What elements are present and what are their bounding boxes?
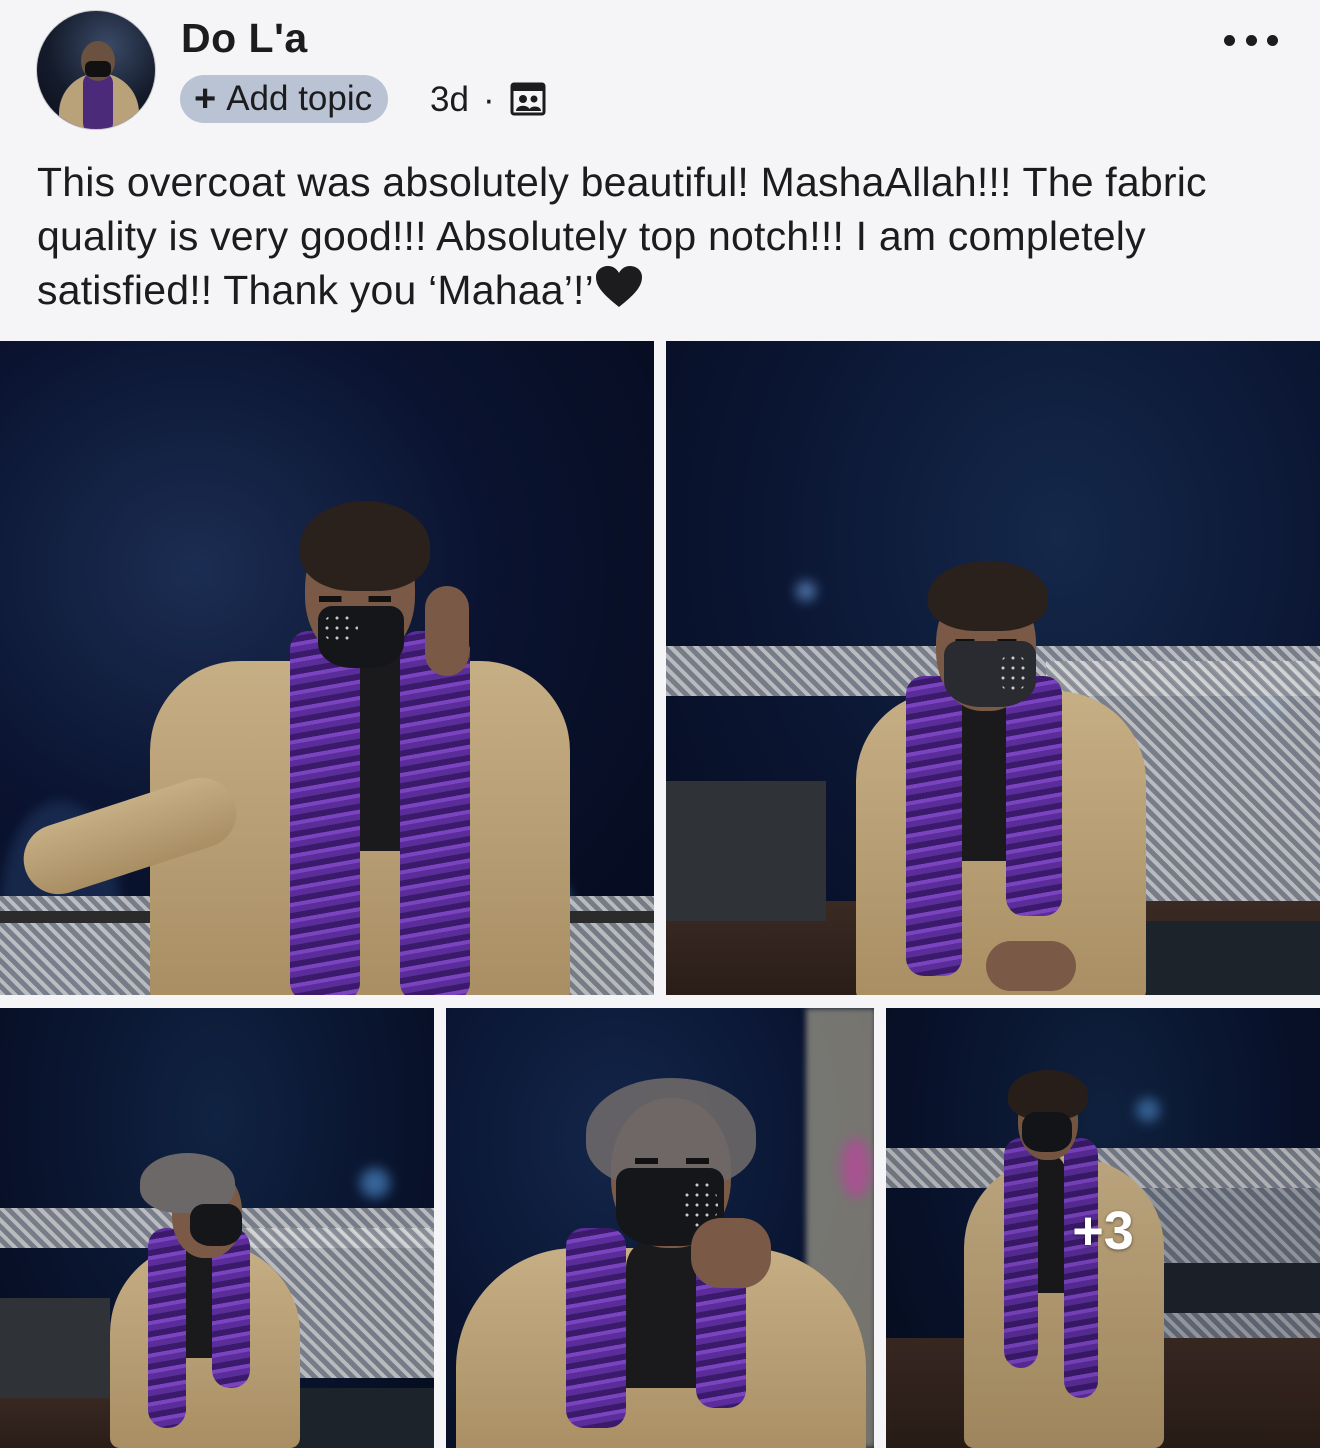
post-photo-3[interactable] <box>0 1008 434 1448</box>
post-photo-4[interactable] <box>446 1008 874 1448</box>
author-avatar[interactable] <box>36 10 156 130</box>
add-topic-label: Add topic <box>226 79 373 118</box>
more-horizontal-icon <box>1224 34 1235 46</box>
plus-icon: + <box>194 78 217 120</box>
author-name[interactable]: Do L'a <box>181 14 308 62</box>
post-timestamp[interactable]: 3d <box>430 78 469 122</box>
black-heart-icon <box>595 266 642 307</box>
custom-audience-icon[interactable] <box>510 82 546 116</box>
more-options-button[interactable] <box>1224 28 1278 52</box>
person-figure <box>0 341 654 995</box>
post-photo-2[interactable] <box>666 341 1320 995</box>
post-photo-1[interactable] <box>0 341 654 995</box>
person-figure <box>446 1008 874 1448</box>
more-photos-count: +3 <box>1072 1201 1134 1261</box>
post-card: Do L'a + Add topic 3d · This overcoat wa… <box>0 0 1320 1448</box>
meta-separator: · <box>483 80 495 119</box>
person-figure <box>666 341 1320 995</box>
post-caption: This overcoat was absolutely beautiful! … <box>37 155 1287 317</box>
post-header: Do L'a + Add topic 3d · <box>0 0 1320 140</box>
add-topic-button[interactable]: + Add topic <box>180 75 389 123</box>
post-photo-5-more[interactable]: +3 <box>886 1008 1320 1448</box>
person-figure <box>0 1008 434 1448</box>
